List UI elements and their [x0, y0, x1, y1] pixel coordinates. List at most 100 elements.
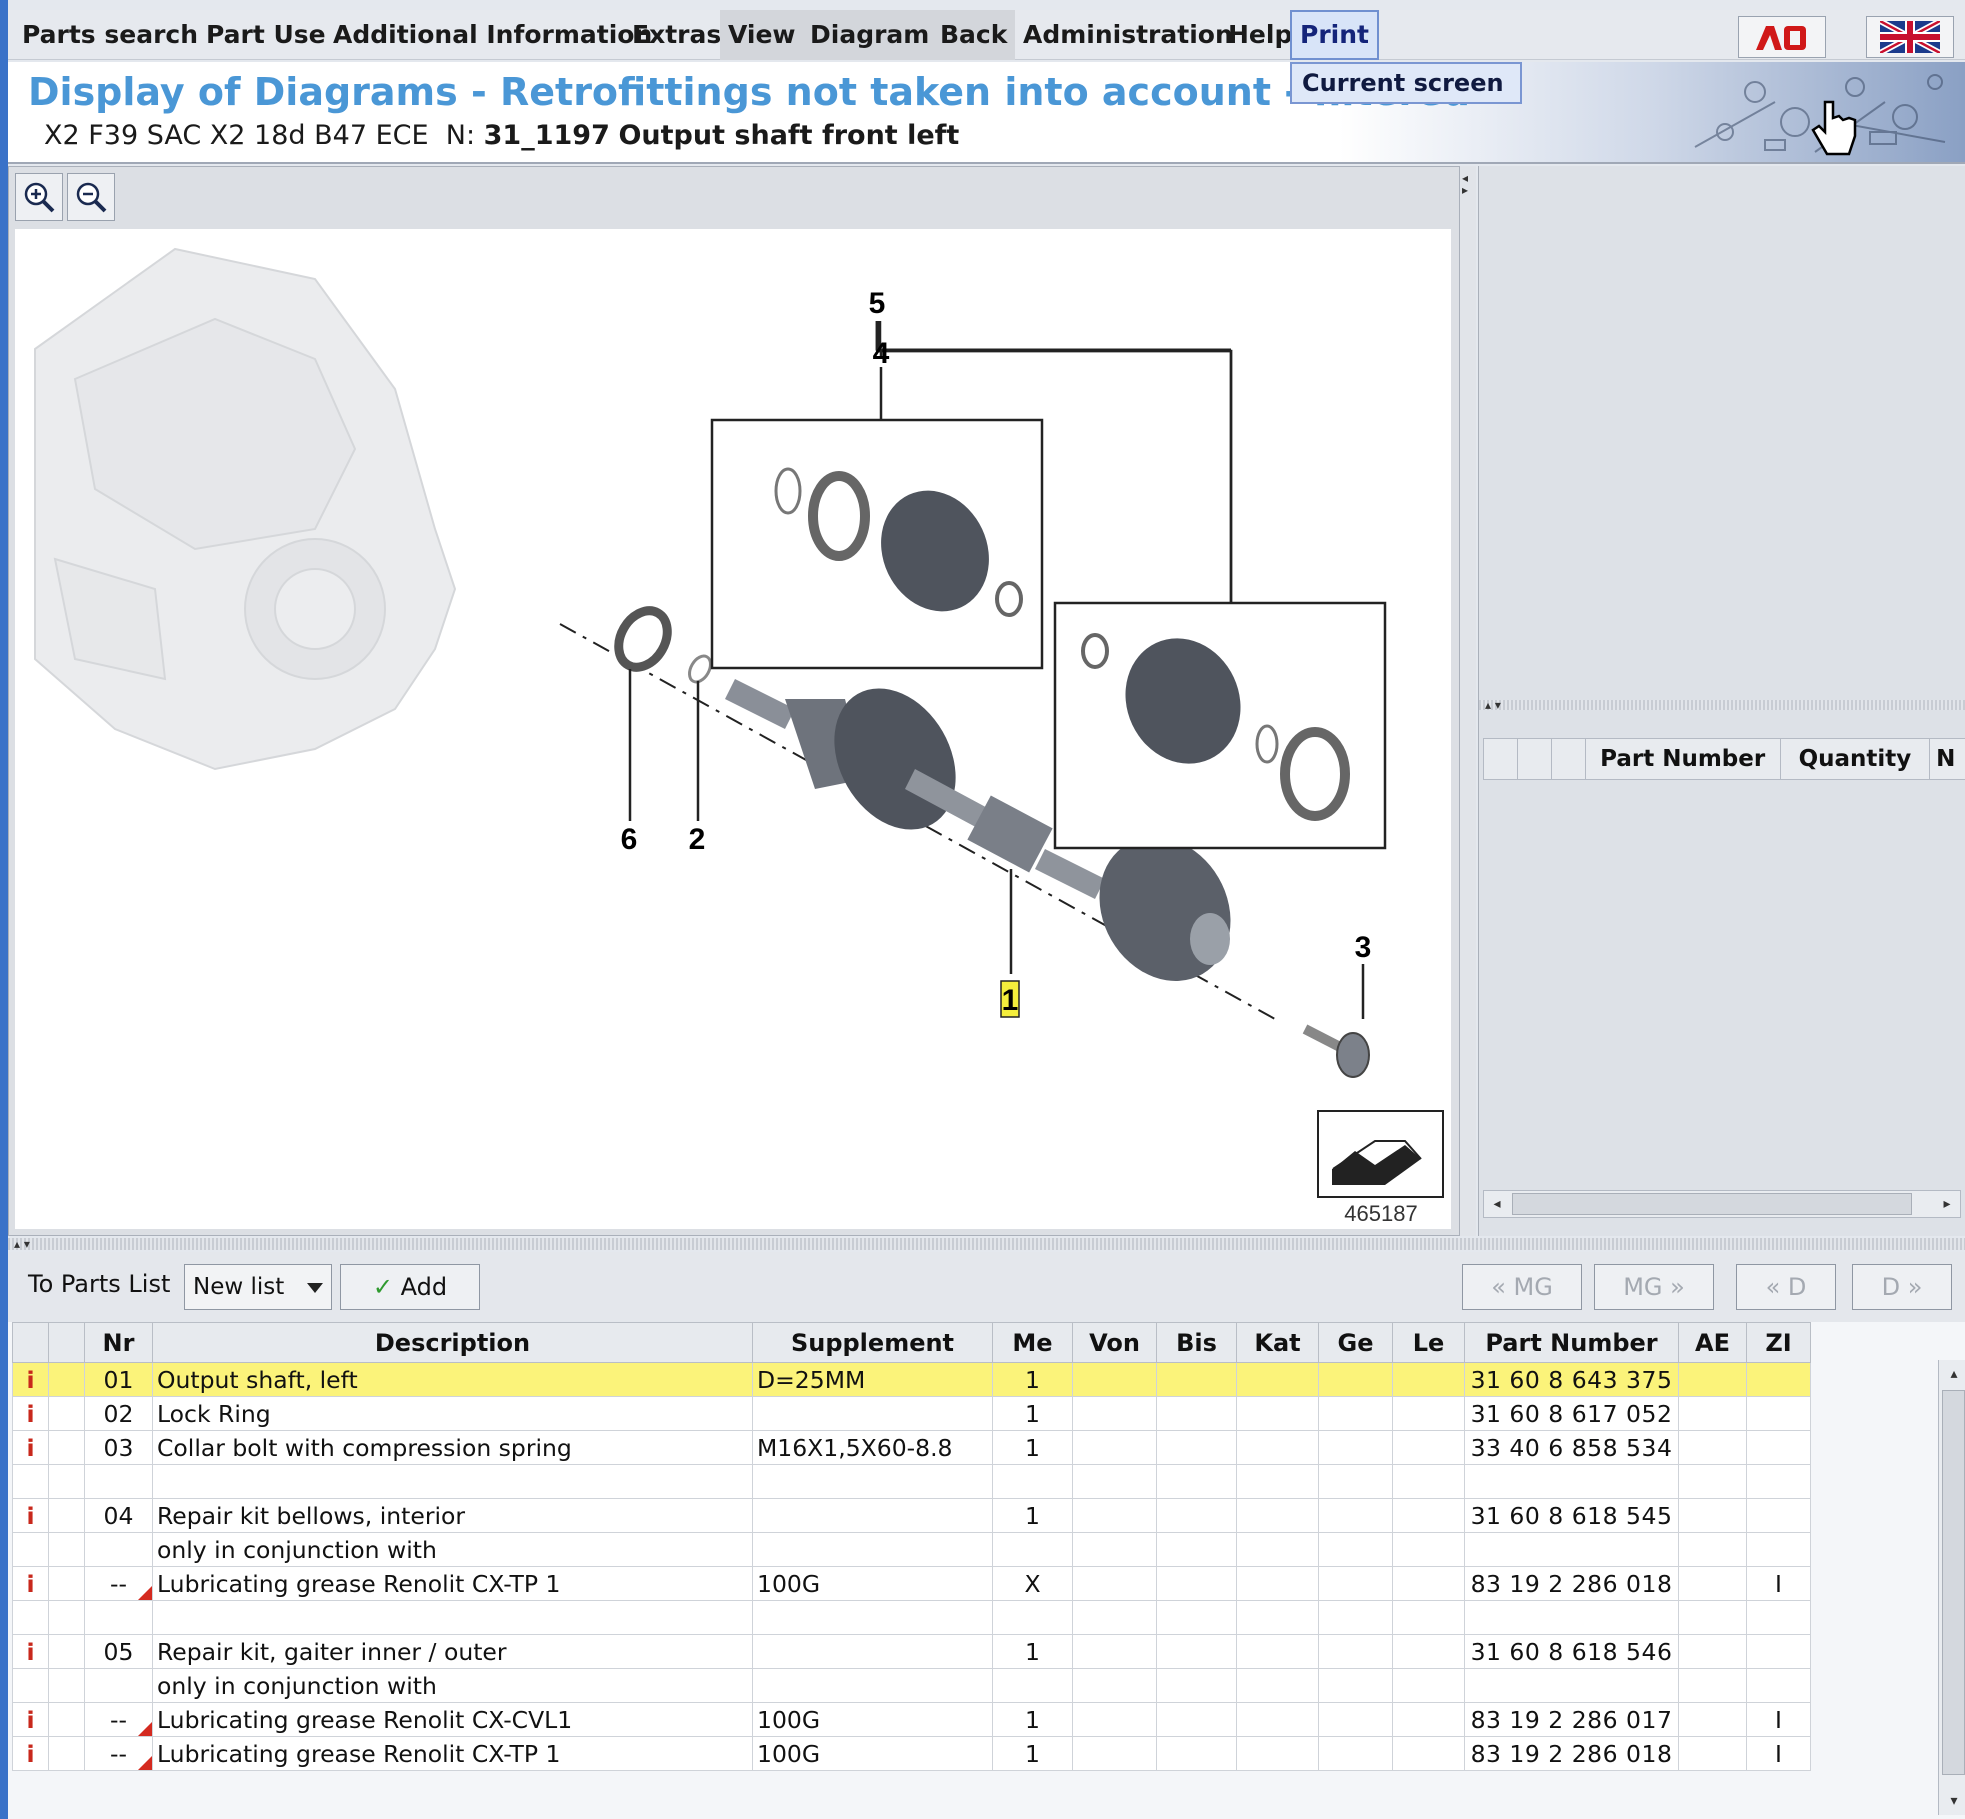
scroll-up-icon[interactable]: ▴ — [1939, 1360, 1965, 1388]
row-zi: I — [1746, 1736, 1811, 1771]
right-horizontal-splitter[interactable]: ▴ ▾ — [1479, 699, 1965, 711]
next-d-button[interactable]: D » — [1852, 1264, 1952, 1310]
table-row[interactable] — [12, 1464, 1811, 1499]
diagram-canvas[interactable]: 5 4 6 2 1 3 465187 — [15, 229, 1451, 1229]
language-flag-icon[interactable] — [1866, 16, 1954, 58]
row-le — [1392, 1702, 1465, 1737]
parts-table-vertical-scrollbar[interactable]: ▴ ▾ — [1938, 1360, 1965, 1815]
info-icon[interactable]: i — [12, 1362, 49, 1397]
row-von — [1072, 1532, 1157, 1567]
parts-list-header: Part Number Quantity N — [1483, 738, 1965, 780]
col-supplement[interactable]: Supplement — [752, 1322, 993, 1363]
parts-list-col-part-number[interactable]: Part Number — [1586, 739, 1781, 779]
col-ae[interactable]: AE — [1678, 1322, 1747, 1363]
callout-4[interactable]: 4 — [873, 337, 890, 370]
parts-list-col-quantity[interactable]: Quantity — [1781, 739, 1931, 779]
col-bis[interactable]: Bis — [1156, 1322, 1237, 1363]
info-icon[interactable]: i — [12, 1634, 49, 1669]
parts-list-select[interactable]: New list — [184, 1264, 332, 1310]
table-row[interactable]: i -- Lubricating grease Renolit CX-TP 1 100… — [12, 1566, 1811, 1601]
menu-diagram[interactable]: Diagram — [802, 10, 938, 60]
table-row[interactable] — [12, 1600, 1811, 1635]
col-zi[interactable]: ZI — [1746, 1322, 1811, 1363]
parts-list-col-0[interactable] — [1484, 739, 1518, 779]
col-ge[interactable]: Ge — [1318, 1322, 1393, 1363]
row-zi — [1746, 1634, 1811, 1669]
parts-table-scroll-thumb[interactable] — [1942, 1390, 1965, 1775]
row-supplement: 100G — [752, 1736, 993, 1771]
row-me: 1 — [992, 1736, 1073, 1771]
menu-view[interactable]: View — [720, 10, 804, 60]
table-row[interactable]: i 05 Repair kit, gaiter inner / outer 1 31 6… — [12, 1634, 1811, 1669]
scroll-left-icon[interactable]: ◂ — [1484, 1191, 1510, 1217]
row-von — [1072, 1600, 1157, 1635]
table-row[interactable]: i 03 Collar bolt with compression spring M1… — [12, 1430, 1811, 1465]
callout-2[interactable]: 2 — [689, 823, 706, 856]
row-ae — [1678, 1702, 1747, 1737]
scroll-down-icon[interactable]: ▾ — [1939, 1787, 1965, 1815]
col-info[interactable] — [12, 1322, 49, 1363]
row-supplement — [752, 1532, 993, 1567]
table-row[interactable]: i -- Lubricating grease Renolit CX-TP 1 100… — [12, 1736, 1811, 1771]
vertical-splitter[interactable]: ◂ ▸ — [1460, 166, 1476, 1236]
add-button[interactable]: ✓ Add — [340, 1264, 480, 1310]
transmission-housing-illustration — [34, 247, 457, 771]
prev-d-button[interactable]: « D — [1736, 1264, 1836, 1310]
menu-help[interactable]: Help — [1220, 10, 1300, 60]
scroll-right-icon[interactable]: ▸ — [1934, 1191, 1960, 1217]
table-row[interactable]: i 01 Output shaft, left D=25MM 1 31 60 8 643 … — [12, 1362, 1811, 1397]
info-icon[interactable]: i — [12, 1498, 49, 1533]
col-description[interactable]: Description — [152, 1322, 753, 1363]
next-mg-button[interactable]: MG » — [1594, 1264, 1714, 1310]
parts-list-col-1[interactable] — [1518, 739, 1552, 779]
table-row[interactable]: only in conjunction with — [12, 1668, 1811, 1703]
col-von[interactable]: Von — [1072, 1322, 1157, 1363]
col-nr[interactable]: Nr — [84, 1322, 153, 1363]
menu-administration[interactable]: Administration — [1015, 10, 1241, 60]
callout-1[interactable]: 1 — [1002, 984, 1019, 1017]
callout-3[interactable]: 3 — [1355, 931, 1372, 964]
col-kat[interactable]: Kat — [1236, 1322, 1319, 1363]
row-me — [992, 1600, 1073, 1635]
row-ge — [1318, 1600, 1393, 1635]
row-nr — [84, 1464, 153, 1499]
scroll-thumb[interactable] — [1512, 1193, 1912, 1215]
menu-back[interactable]: Back — [932, 10, 1016, 60]
info-icon[interactable]: i — [12, 1736, 49, 1771]
info-icon[interactable]: i — [12, 1566, 49, 1601]
menu-parts-search[interactable]: Parts search — [14, 10, 206, 60]
col-le[interactable]: Le — [1392, 1322, 1465, 1363]
parts-list-horizontal-scrollbar[interactable]: ◂ ▸ — [1483, 1190, 1961, 1218]
info-icon[interactable]: i — [12, 1396, 49, 1431]
callout-5[interactable]: 5 — [869, 287, 886, 320]
info-icon[interactable]: i — [12, 1430, 49, 1465]
zoom-in-button[interactable] — [15, 173, 63, 221]
col-part-number[interactable]: Part Number — [1464, 1322, 1679, 1363]
vehicle-line: X2 F39 SAC X2 18d B47 ECE N: 31_1197 Out… — [44, 120, 959, 151]
row-le — [1392, 1600, 1465, 1635]
info-icon[interactable]: i — [12, 1702, 49, 1737]
menu-part-use[interactable]: Part Use — [198, 10, 334, 60]
col-flag[interactable] — [48, 1322, 85, 1363]
zoom-out-button[interactable] — [67, 173, 115, 221]
menu-additional-information[interactable]: Additional Information — [325, 10, 660, 60]
print-dropdown-current-screen[interactable]: Current screen — [1290, 62, 1522, 104]
prev-mg-button[interactable]: « MG — [1462, 1264, 1582, 1310]
table-row[interactable]: i -- Lubricating grease Renolit CX-CVL1 100… — [12, 1702, 1811, 1737]
parts-list-col-n[interactable]: N — [1930, 739, 1965, 779]
bottom-splitter[interactable]: ▴ ▾ — [8, 1238, 1965, 1250]
row-von — [1072, 1566, 1157, 1601]
row-part-number: 83 19 2 286 017 — [1464, 1702, 1679, 1737]
col-me[interactable]: Me — [992, 1322, 1073, 1363]
ad-logo-icon[interactable] — [1738, 16, 1826, 58]
row-von — [1072, 1702, 1157, 1737]
table-row[interactable]: only in conjunction with — [12, 1532, 1811, 1567]
menu-print[interactable]: Print — [1290, 10, 1379, 60]
table-row[interactable]: i 04 Repair kit bellows, interior 1 31 60 8 … — [12, 1498, 1811, 1533]
parts-list-col-2[interactable] — [1552, 739, 1586, 779]
table-row[interactable]: i 02 Lock Ring 1 31 60 8 617 052 — [12, 1396, 1811, 1431]
row-description: only in conjunction with — [152, 1532, 753, 1567]
row-von — [1072, 1396, 1157, 1431]
callout-6[interactable]: 6 — [621, 823, 638, 856]
menu-extras[interactable]: Extras — [624, 10, 729, 60]
